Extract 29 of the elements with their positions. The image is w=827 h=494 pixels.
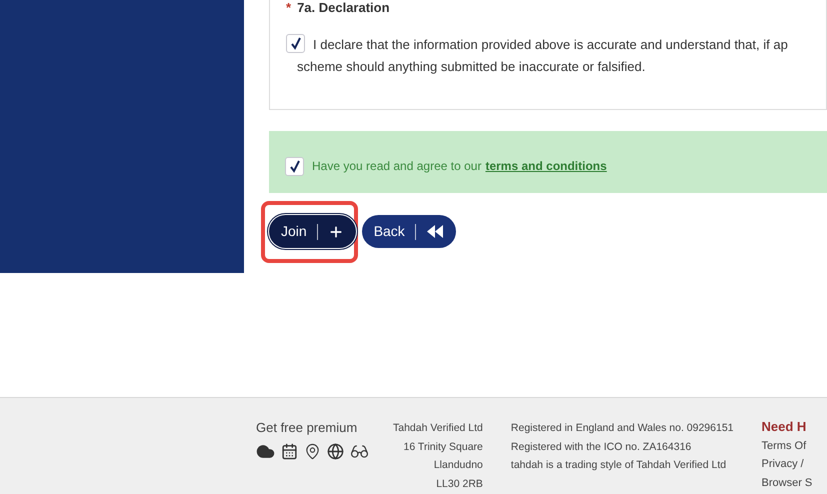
action-button[interactable]: Back: [362, 215, 456, 248]
rewind-icon: [426, 225, 444, 238]
calendar-icon: [281, 442, 298, 460]
footer-heading: Get free premium: [256, 419, 358, 437]
help-heading: Need H: [762, 418, 808, 436]
map-pin-icon: [304, 442, 321, 460]
plus-icon: [328, 224, 344, 240]
address-line: Llandudno: [434, 458, 483, 473]
declaration-text: I declare that the information provided above is accurate and understand that, if ap: [312, 36, 788, 54]
action-button[interactable]: Join: [269, 215, 356, 248]
registration-text: Registered in England and Wales no. 09296151: [510, 421, 734, 436]
declaration-text: scheme should anything submitted be inaccurate or falsified.: [297, 58, 646, 76]
checkbox[interactable]: [286, 34, 305, 53]
section-heading: 7a. Declaration: [297, 1, 390, 14]
check-icon: [290, 37, 302, 50]
required-mark: *: [286, 1, 292, 14]
address-line: Tahdah Verified Ltd: [393, 421, 483, 436]
globe-icon: [327, 442, 344, 460]
footer-link[interactable]: Privacy /: [762, 455, 812, 474]
terms-text: Have you read and agree to our: [312, 158, 482, 175]
address-line: LL30 2RB: [436, 476, 483, 492]
check-icon: [288, 160, 300, 172]
footer-link[interactable]: Terms Of: [762, 436, 812, 455]
registration-text: tahdah is a trading style of Tahdah Verified Ltd: [510, 458, 728, 473]
registration-text: Registered with the ICO no. ZA164316: [510, 440, 692, 454]
footer-link[interactable]: Browser S: [762, 474, 812, 492]
terms-link[interactable]: terms and conditions: [485, 157, 607, 175]
checkbox[interactable]: [285, 156, 304, 176]
address-line: 16 Trinity Square: [404, 440, 483, 454]
